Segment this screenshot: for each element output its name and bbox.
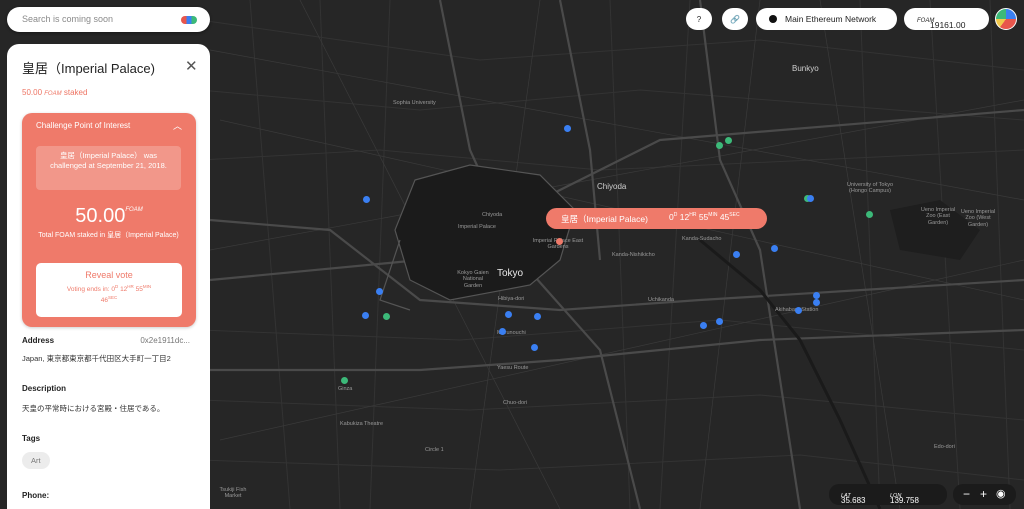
location-text: Japan, 東京都東京都千代田区大手町一丁目2 xyxy=(22,354,171,363)
search-input[interactable]: Search is coming soon xyxy=(7,7,210,32)
challenge-card: Challenge Point of Interest ︿ 皇居（Imperia… xyxy=(22,113,196,327)
challenge-header[interactable]: Challenge Point of Interest xyxy=(36,121,130,130)
description-text: 天皇の平常時における宮殿・住居である。 xyxy=(22,404,165,413)
map-label-imperial-palace: Imperial Palace xyxy=(458,224,496,230)
poi-marker[interactable] xyxy=(716,142,723,149)
poi-marker[interactable] xyxy=(725,137,732,144)
search-placeholder: Search is coming soon xyxy=(22,14,114,24)
map-label-kanda-nishiki: Kanda-Nishikicho xyxy=(612,252,655,258)
challenge-notice: 皇居（Imperial Palace） was challenged at Se… xyxy=(36,146,181,190)
balance-value: 19161.00 xyxy=(930,20,966,30)
address-label: Address xyxy=(22,336,55,345)
reveal-vote-label: Reveal vote xyxy=(85,270,133,280)
link-icon: 🔗 xyxy=(730,14,740,24)
poi-marker[interactable] xyxy=(771,245,778,252)
chevron-up-icon[interactable]: ︿ xyxy=(173,119,182,132)
map-label-kabukiza: Kabukiza Theatre xyxy=(340,421,384,427)
poi-marker[interactable] xyxy=(807,195,814,202)
poi-marker[interactable] xyxy=(716,318,723,325)
balance-badge[interactable]: 19161.00 FOAM xyxy=(904,8,989,30)
callout-name: 皇居（Imperial Palace) xyxy=(561,214,648,224)
map-label-kokyo-gaien: Kokyo Gaien National Garden xyxy=(457,270,489,289)
map-label-edo: Edo-dori xyxy=(934,444,955,450)
locate-icon[interactable]: ◉ xyxy=(996,487,1006,500)
map-label-chiyoda: Chiyoda xyxy=(597,182,627,191)
poi-marker[interactable] xyxy=(531,344,538,351)
map-label-chuo: Chuo-dori xyxy=(503,400,528,406)
poi-marker[interactable] xyxy=(795,307,802,314)
poi-marker[interactable] xyxy=(733,251,740,258)
poi-title: 皇居（Imperial Palace) xyxy=(22,61,155,76)
tag-chip[interactable]: Art xyxy=(22,452,50,469)
tags-label: Tags xyxy=(22,434,41,443)
map-label-ginza: Ginza xyxy=(338,386,353,392)
zoom-in-button[interactable]: + xyxy=(980,487,987,501)
foam-logo-icon xyxy=(181,16,197,24)
map-label-chiyoda-small: Chiyoda xyxy=(482,212,503,218)
poi-detail-panel: 皇居（Imperial Palace) ✕ 50.00 FOAM staked … xyxy=(7,44,210,509)
voting-countdown: Voting ends in: 0D 12HR 55MIN 46SEC xyxy=(66,284,152,305)
network-status-icon xyxy=(769,15,777,23)
poi-marker[interactable] xyxy=(363,196,370,203)
map-label-univ-tokyo: University of Tokyo (Hongo Campus) xyxy=(846,182,894,195)
lat-value: 35.683 xyxy=(841,496,866,505)
selected-poi-marker[interactable] xyxy=(556,238,563,245)
zoom-controls: − + ◉ xyxy=(953,484,1016,505)
help-icon: ? xyxy=(696,14,702,24)
reveal-vote-button[interactable]: Reveal vote Voting ends in: 0D 12HR 55MI… xyxy=(36,263,182,317)
poi-marker[interactable] xyxy=(376,288,383,295)
zoom-out-button[interactable]: − xyxy=(963,487,970,501)
description-label: Description xyxy=(22,384,67,393)
poi-marker[interactable] xyxy=(813,292,820,299)
avatar[interactable] xyxy=(995,8,1017,30)
total-staked-label: Total FOAM staked in 皇居（Imperial Palace) xyxy=(38,232,179,239)
map-label-bunkyo: Bunkyo xyxy=(792,64,819,73)
map-label-ueno-east: Ueno Imperial Zoo (East Garden) xyxy=(920,207,956,226)
poi-marker[interactable] xyxy=(564,125,571,132)
map-label-uchikanda: Uchikanda xyxy=(648,297,674,303)
callout-countdown: 0D 12HR 55MIN 45SEC xyxy=(669,212,740,222)
map-label-sophia: Sophia University xyxy=(393,100,436,106)
poi-marker[interactable] xyxy=(341,377,348,384)
close-icon[interactable]: ✕ xyxy=(185,57,198,75)
network-label: Main Ethereum Network xyxy=(785,14,877,24)
map-label-tokyo: Tokyo xyxy=(497,268,524,279)
poi-marker[interactable] xyxy=(866,211,873,218)
lon-value: 139.758 xyxy=(890,496,919,505)
map-label-hibiya: Hibiya-dori xyxy=(498,296,525,302)
link-button[interactable]: 🔗 xyxy=(722,8,748,30)
coordinates-readout: 35.683 LAT 139.758 LON xyxy=(829,484,947,505)
poi-marker[interactable] xyxy=(383,313,390,320)
map-label-yaesu: Yaesu Route xyxy=(497,365,529,371)
phone-label: Phone: xyxy=(22,491,50,500)
map-label-tsukiji: Tsukiji Fish Market xyxy=(219,487,247,500)
poi-marker[interactable] xyxy=(505,311,512,318)
map-label-kanda: Kanda-Sudacho xyxy=(682,236,722,242)
poi-marker[interactable] xyxy=(499,328,506,335)
poi-marker[interactable] xyxy=(362,312,369,319)
poi-marker[interactable] xyxy=(700,322,707,329)
address-value[interactable]: 0x2e1911dc... xyxy=(140,336,190,345)
network-selector[interactable]: Main Ethereum Network xyxy=(756,8,897,30)
poi-callout[interactable]: 皇居（Imperial Palace) 0D 12HR 55MIN 45SEC xyxy=(546,208,767,229)
poi-marker[interactable] xyxy=(813,299,820,306)
map-label-ueno-west: Ueno Imperial Zoo (West Garden) xyxy=(960,209,996,228)
staked-amount: 50.00 FOAM staked xyxy=(22,88,88,97)
poi-marker[interactable] xyxy=(534,313,541,320)
help-button[interactable]: ? xyxy=(686,8,712,30)
map-label-circle1: Circle 1 xyxy=(425,447,444,453)
challenge-amount: 50.00FOAM xyxy=(75,205,143,227)
